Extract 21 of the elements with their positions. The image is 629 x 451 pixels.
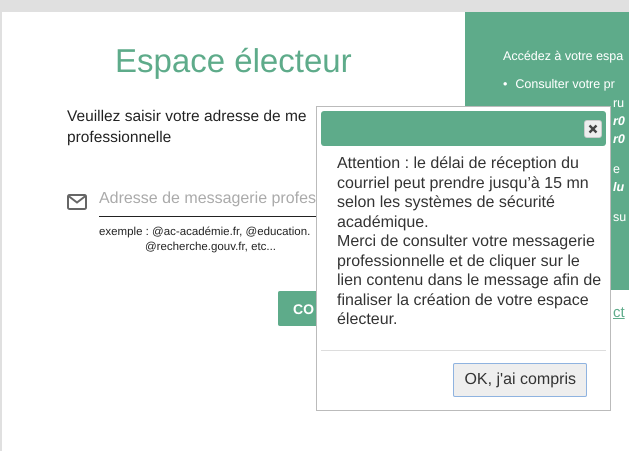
info-text: lu xyxy=(613,179,624,196)
info-text: su xyxy=(613,209,626,226)
link[interactable]: ct xyxy=(613,304,625,321)
ok-button[interactable]: OK, j'ai compris xyxy=(453,362,587,396)
close-icon xyxy=(588,124,598,134)
info-bullet: Consulter votre pr xyxy=(515,76,615,92)
info-intro: Accédez à votre espa xyxy=(503,48,624,64)
instruction-text: Veuillez saisir votre adresse de me professionnelle xyxy=(67,107,308,148)
info-text: e xyxy=(613,161,620,178)
email-field[interactable]: Adresse de messagerie profes xyxy=(99,186,317,217)
mail-icon xyxy=(67,194,87,210)
info-text: r0 xyxy=(613,113,625,130)
info-text: r0 xyxy=(613,131,625,148)
submit-button[interactable]: CO xyxy=(278,291,318,326)
bullet-marker: • xyxy=(503,76,508,92)
dialog-message: Merci de consulter votre messagerie professionnelle et de cliquer sur le lien contenu dans le message afin de finaliser la création de votre espace électeur. xyxy=(337,232,602,330)
info-text: ru xyxy=(613,95,624,112)
page-title: Espace électeur xyxy=(115,42,353,80)
example-hint: exemple : @ac-académie.fr, @education. @recherche.gouv.fr, etc... xyxy=(99,225,310,255)
dialog-message: Attention : le délai de réception du courriel peut prendre jusqu’à 15 mn selon les systèmes de sécurité académique. xyxy=(337,154,590,232)
close-button[interactable] xyxy=(584,120,602,138)
